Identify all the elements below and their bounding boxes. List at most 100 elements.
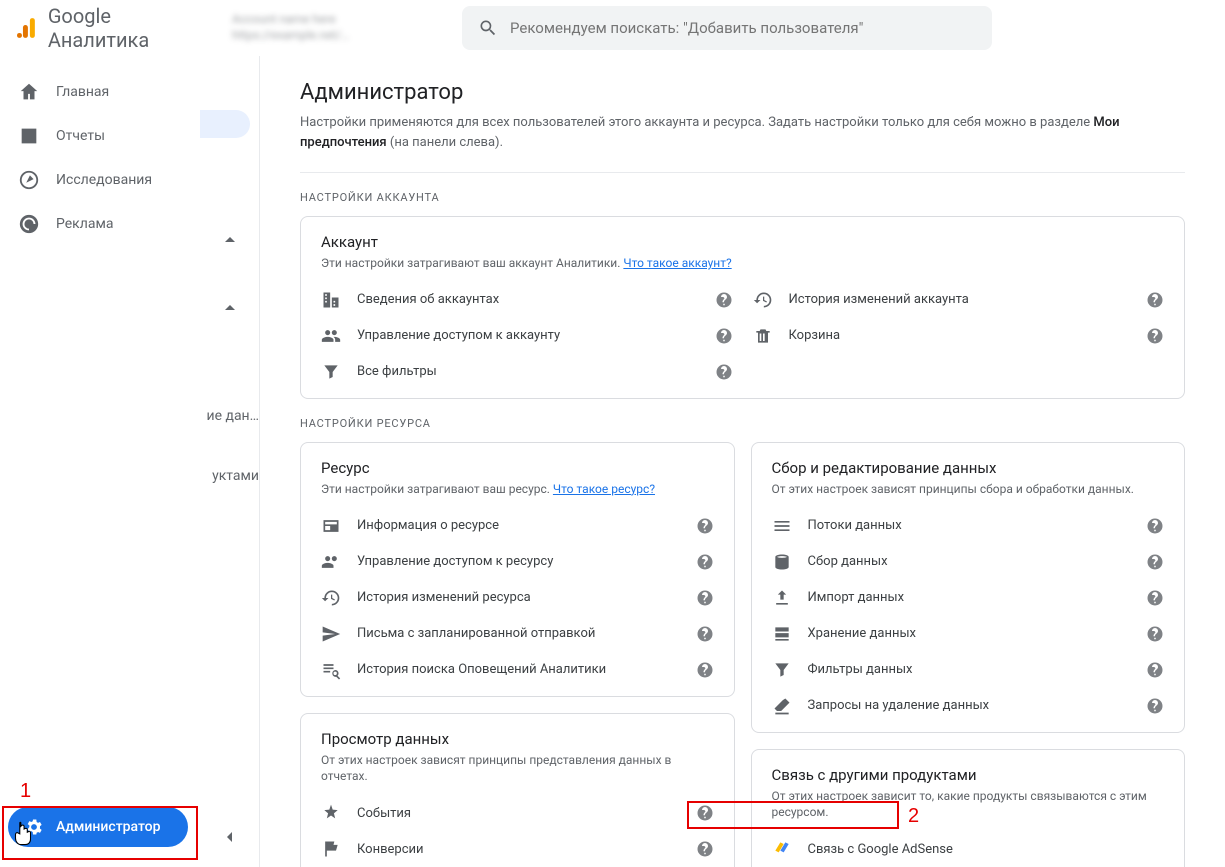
help-icon[interactable] xyxy=(696,840,714,858)
what-is-account-link[interactable]: Что такое аккаунт? xyxy=(623,256,731,270)
cursor-pointer-icon xyxy=(10,821,36,851)
help-icon[interactable] xyxy=(1146,291,1164,309)
explore-icon xyxy=(18,169,40,191)
help-icon[interactable] xyxy=(715,291,733,309)
help-icon[interactable] xyxy=(1146,589,1164,607)
ga-logo-icon xyxy=(16,16,40,40)
item-data-streams[interactable]: Потоки данных xyxy=(772,508,1165,544)
help-icon[interactable] xyxy=(1146,327,1164,345)
card-links-sub: От этих настроек зависит то, какие проду… xyxy=(772,788,1165,822)
chevron-up-icon[interactable] xyxy=(218,296,242,320)
item-account-details[interactable]: Сведения об аккаунтах xyxy=(321,282,733,318)
truncated-label: ие дан… xyxy=(207,408,259,424)
item-trash[interactable]: Корзина xyxy=(753,318,1165,354)
help-icon[interactable] xyxy=(696,804,714,822)
nav-ads[interactable]: Реклама xyxy=(0,204,200,244)
item-label: Конверсии xyxy=(357,842,680,857)
search-icon xyxy=(478,18,498,38)
item-account-history[interactable]: История изменений аккаунта xyxy=(753,282,1165,318)
item-label: Связь с Google AdSense xyxy=(808,842,1165,857)
item-label: Импорт данных xyxy=(808,590,1131,605)
item-data-import[interactable]: Импорт данных xyxy=(772,580,1165,616)
history-icon xyxy=(321,588,341,608)
item-label: Хранение данных xyxy=(808,626,1131,641)
home-icon xyxy=(18,81,40,103)
people-icon xyxy=(321,326,341,346)
annotation-2: 2 xyxy=(908,805,919,828)
item-resource-info[interactable]: Информация о ресурсе xyxy=(321,508,714,544)
adsense-icon xyxy=(772,839,792,859)
help-icon[interactable] xyxy=(696,517,714,535)
events-icon xyxy=(321,803,341,823)
page-title: Администратор xyxy=(300,80,1185,105)
item-label: Фильтры данных xyxy=(808,662,1131,677)
help-icon[interactable] xyxy=(1146,625,1164,643)
collapse-arrow-icon[interactable] xyxy=(218,825,242,849)
nav-ads-label: Реклама xyxy=(56,216,113,232)
help-icon[interactable] xyxy=(715,363,733,381)
item-link-adsense[interactable]: Связь с Google AdSense xyxy=(772,831,1165,867)
item-resource-access[interactable]: Управление доступом к ресурсу xyxy=(321,544,714,580)
item-label: История поиска Оповещений Аналитики xyxy=(357,662,680,677)
nav-explore[interactable]: Исследования xyxy=(0,160,200,200)
help-icon[interactable] xyxy=(696,625,714,643)
card-account: Аккаунт Эти настройки затрагивают ваш ак… xyxy=(300,216,1185,399)
trash-icon xyxy=(753,326,773,346)
item-label: События xyxy=(357,806,680,821)
main-content: Администратор Настройки применяются для … xyxy=(260,56,1225,867)
item-label: История изменений ресурса xyxy=(357,590,680,605)
item-data-filters[interactable]: Фильтры данных xyxy=(772,652,1165,688)
item-label: Запросы на удаление данных xyxy=(808,698,1131,713)
search-input[interactable] xyxy=(510,19,976,37)
item-data-collection[interactable]: Сбор данных xyxy=(772,544,1165,580)
search-bar[interactable] xyxy=(462,6,992,50)
item-label: Сбор данных xyxy=(808,554,1131,569)
streams-icon xyxy=(772,516,792,536)
account-selector[interactable]: Account name here https://example.net/… xyxy=(232,12,462,43)
card-data-title: Сбор и редактирование данных xyxy=(772,459,1165,477)
item-data-deletion[interactable]: Запросы на удаление данных xyxy=(772,688,1165,724)
card-view-sub: От этих настроек зависят принципы предст… xyxy=(321,752,714,786)
item-label: Корзина xyxy=(789,328,1131,343)
app-header: Google Аналитика Account name here https… xyxy=(0,0,1225,56)
help-icon[interactable] xyxy=(1146,517,1164,535)
filter-icon xyxy=(321,362,341,382)
section-account-label: НАСТРОЙКИ АККАУНТА xyxy=(300,191,1185,204)
item-conversions[interactable]: Конверсии xyxy=(321,831,714,867)
item-label: Письма с запланированной отправкой xyxy=(357,626,680,641)
logo-block[interactable]: Google Аналитика xyxy=(16,4,216,52)
item-alerts-history[interactable]: История поиска Оповещений Аналитики xyxy=(321,652,714,688)
item-label: Потоки данных xyxy=(808,518,1131,533)
upload-icon xyxy=(772,588,792,608)
left-nav: Главная Отчеты Исследования Реклама Адми… xyxy=(0,56,200,867)
item-events[interactable]: События xyxy=(321,795,714,831)
item-resource-history[interactable]: История изменений ресурса xyxy=(321,580,714,616)
people-icon xyxy=(321,552,341,572)
help-icon[interactable] xyxy=(696,553,714,571)
card-resource-title: Ресурс xyxy=(321,459,714,477)
help-icon[interactable] xyxy=(696,661,714,679)
card-links-title: Связь с другими продуктами xyxy=(772,766,1165,784)
item-account-access[interactable]: Управление доступом к аккаунту xyxy=(321,318,733,354)
item-label: Все фильтры xyxy=(357,364,699,379)
item-all-filters[interactable]: Все фильтры xyxy=(321,354,733,390)
card-data-collection: Сбор и редактирование данных От этих нас… xyxy=(751,442,1186,733)
help-icon[interactable] xyxy=(1146,661,1164,679)
nav-admin-label: Администратор xyxy=(56,819,160,835)
nav-reports[interactable]: Отчеты xyxy=(0,116,200,156)
card-resource: Ресурс Эти настройки затрагивают ваш рес… xyxy=(300,442,735,697)
help-icon[interactable] xyxy=(1146,697,1164,715)
what-is-resource-link[interactable]: Что такое ресурс? xyxy=(553,482,655,496)
nav-home[interactable]: Главная xyxy=(0,72,200,112)
nav-reports-label: Отчеты xyxy=(56,128,105,144)
help-icon[interactable] xyxy=(715,327,733,345)
building-icon xyxy=(321,290,341,310)
item-data-retention[interactable]: Хранение данных xyxy=(772,616,1165,652)
chevron-up-icon[interactable] xyxy=(218,228,242,252)
storage-icon xyxy=(772,624,792,644)
help-icon[interactable] xyxy=(1146,553,1164,571)
help-icon[interactable] xyxy=(696,589,714,607)
item-scheduled-emails[interactable]: Письма с запланированной отправкой xyxy=(321,616,714,652)
card-resource-sub: Эти настройки затрагивают ваш ресурс. Чт… xyxy=(321,481,714,498)
card-account-title: Аккаунт xyxy=(321,233,1164,251)
